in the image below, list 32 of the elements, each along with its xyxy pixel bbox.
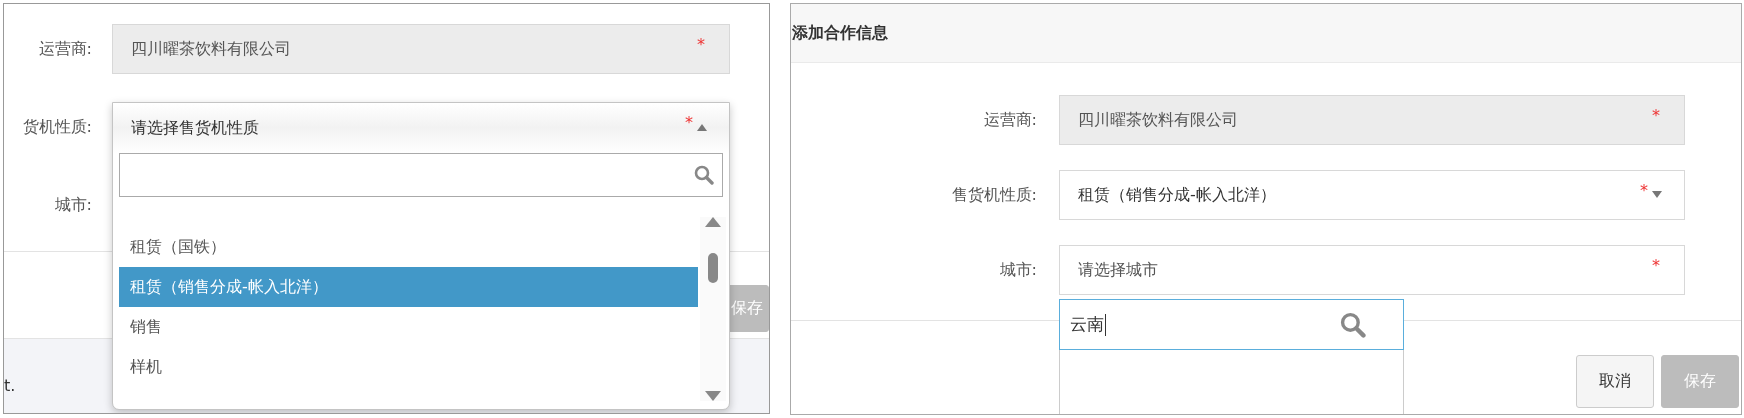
required-mark: * — [1652, 258, 1660, 274]
required-mark: * — [1652, 108, 1660, 124]
required-mark: * — [685, 115, 693, 131]
scroll-up-icon[interactable] — [705, 217, 721, 227]
select-field[interactable]: 租赁（销售分成-帐入北洋） * — [1059, 170, 1685, 220]
scrollbar[interactable] — [700, 217, 726, 401]
field-label: 城市: — [999, 259, 1038, 281]
dropdown-option[interactable]: 销售 — [119, 307, 698, 347]
field-label: 售货机性质: — [951, 184, 1038, 206]
field-label: 城市: — [54, 194, 93, 216]
search-field[interactable]: 云南 — [1059, 299, 1404, 350]
field-label: 货机性质: — [22, 116, 93, 138]
dropdown-option[interactable]: 样机 — [119, 347, 698, 387]
search-icon — [694, 165, 714, 185]
caret-icon — [697, 124, 707, 131]
scroll-thumb[interactable] — [708, 253, 718, 283]
field-label: 运营商: — [38, 38, 93, 60]
button[interactable]: 取消 — [1576, 355, 1654, 408]
select-field[interactable]: 请选择售货机性质 * — [113, 103, 729, 153]
required-mark: * — [1640, 183, 1648, 199]
search-icon — [1340, 311, 1366, 338]
select-field[interactable]: 请选择城市 * — [1059, 245, 1685, 295]
footer-text: t. — [4, 374, 16, 395]
caret-icon — [1652, 191, 1662, 198]
scroll-down-icon[interactable] — [705, 391, 721, 401]
readonly-field: 四川曜茶饮料有限公司 * — [112, 24, 730, 74]
field-label: 运营商: — [983, 109, 1038, 131]
dropdown-option[interactable]: 租赁（国铁） — [119, 227, 698, 267]
dialog-title: 添加合作信息 — [791, 22, 888, 44]
readonly-field: 四川曜茶饮料有限公司 * — [1059, 95, 1685, 145]
required-mark: * — [697, 37, 705, 53]
search-field[interactable] — [119, 153, 723, 197]
